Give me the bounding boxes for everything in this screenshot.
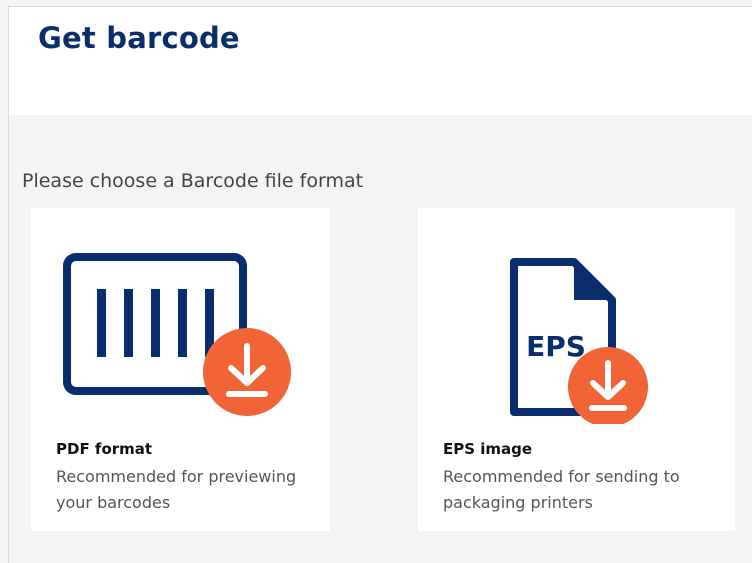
eps-image-card[interactable]: EPS EPS image Recommended for sending to…: [418, 208, 735, 531]
pdf-format-label: PDF format: [56, 440, 153, 458]
barcode-download-icon: [63, 253, 291, 416]
eps-file-download-icon: EPS: [510, 258, 648, 424]
page-title: Get barcode: [38, 21, 240, 55]
pdf-format-description: Recommended for previewing your barcodes: [56, 467, 297, 512]
eps-image-label: EPS image: [443, 440, 533, 458]
header: Get barcode: [9, 7, 752, 115]
eps-image-description: Recommended for sending to packaging pri…: [443, 467, 680, 512]
eps-icon-text: EPS: [526, 330, 586, 363]
app-frame: Get barcode Please choose a Barcode file…: [8, 6, 752, 563]
format-prompt: Please choose a Barcode file format: [22, 170, 364, 192]
pdf-format-card[interactable]: PDF format Recommended for previewing yo…: [31, 208, 330, 531]
